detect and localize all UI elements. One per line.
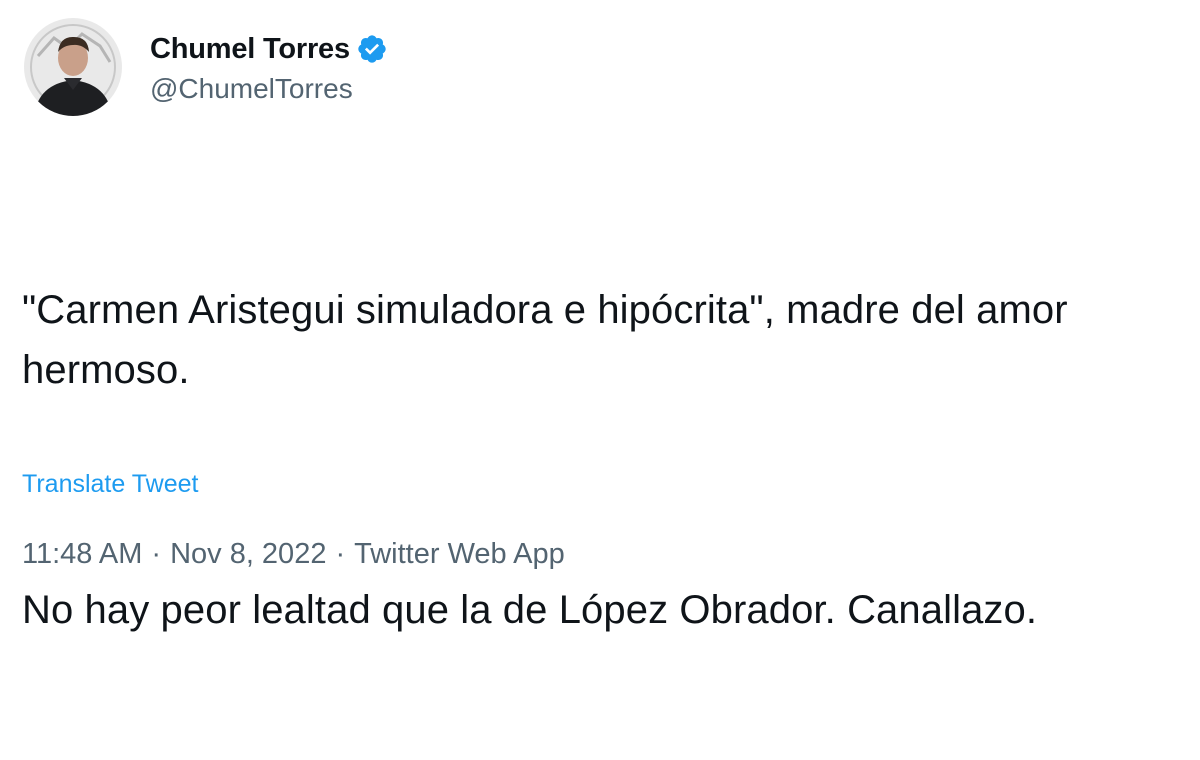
tweet-card: Chumel Torres @ChumelTorres "Carmen Aris… bbox=[0, 0, 1200, 632]
avatar[interactable] bbox=[24, 18, 122, 116]
user-handle[interactable]: @ChumelTorres bbox=[150, 73, 388, 105]
tweet-time[interactable]: 11:48 AM bbox=[22, 538, 142, 571]
tweet-source[interactable]: Twitter Web App bbox=[354, 538, 565, 571]
display-name-row: Chumel Torres bbox=[150, 29, 388, 69]
tweet-paragraph: "Carmen Aristegui simuladora e hipócrita… bbox=[22, 288, 1079, 392]
meta-separator: · bbox=[335, 538, 346, 570]
author-names: Chumel Torres @ChumelTorres bbox=[150, 29, 388, 105]
tweet-text: "Carmen Aristegui simuladora e hipócrita… bbox=[22, 160, 1192, 760]
translate-tweet-link[interactable]: Translate Tweet bbox=[22, 470, 198, 499]
tweet-header: Chumel Torres @ChumelTorres bbox=[24, 18, 388, 116]
tweet-meta: 11:48 AM · Nov 8, 2022 · Twitter Web App bbox=[22, 538, 565, 571]
meta-separator: · bbox=[151, 538, 162, 570]
tweet-paragraph: No hay peor lealtad que la de López Obra… bbox=[22, 588, 1038, 632]
tweet-date[interactable]: Nov 8, 2022 bbox=[170, 538, 326, 571]
verified-badge-icon bbox=[356, 33, 388, 65]
display-name[interactable]: Chumel Torres bbox=[150, 33, 350, 66]
user-avatar-icon bbox=[24, 18, 122, 116]
